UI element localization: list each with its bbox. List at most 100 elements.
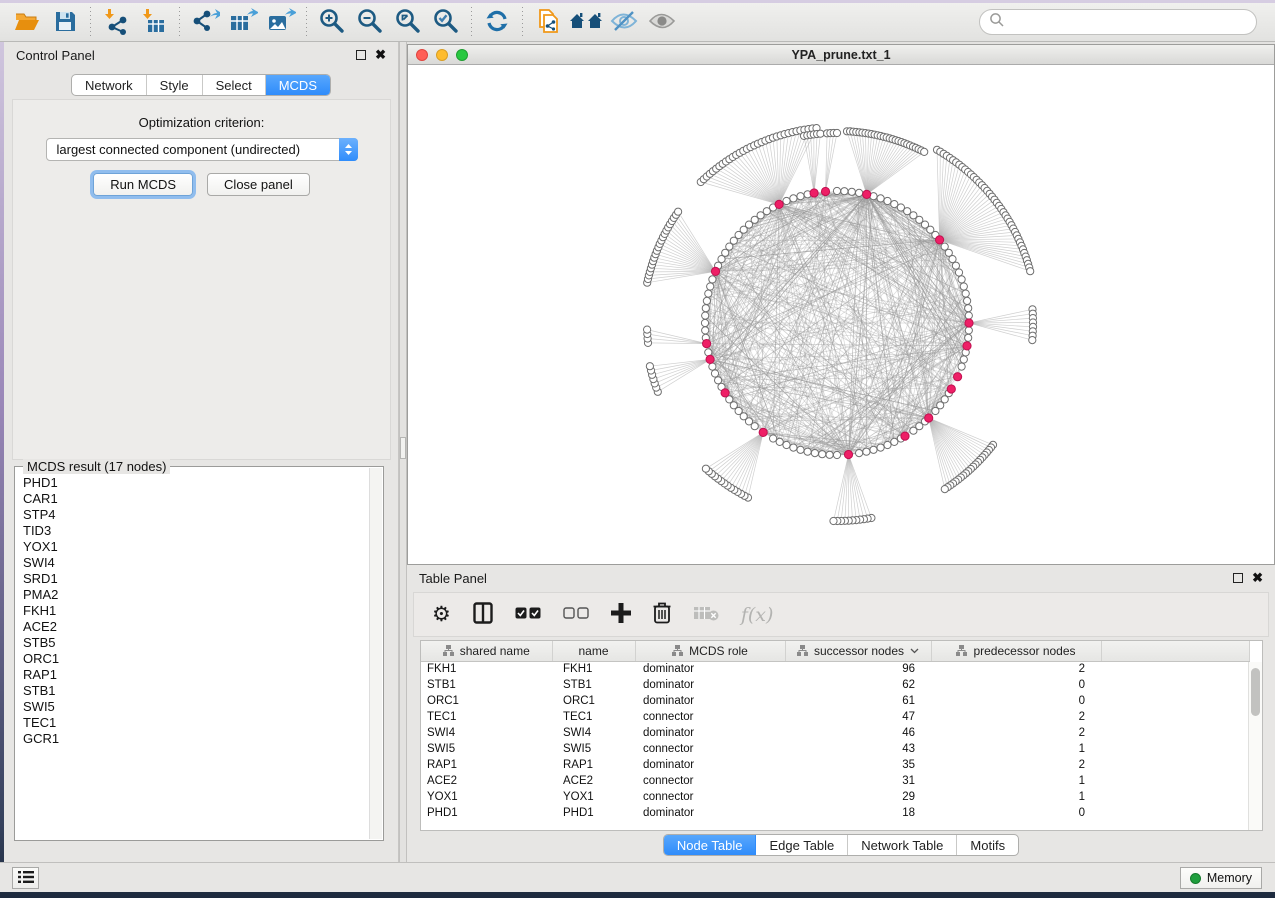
list-icon [18,870,34,887]
toolbar-separator [471,7,472,37]
export-image-button[interactable] [262,6,300,38]
gear-icon: ⚙ [432,605,451,625]
table-row[interactable]: ORC1ORC1dominator610 [421,693,1249,709]
table-row[interactable]: YOX1YOX1connector291 [421,789,1249,805]
import-table-button[interactable] [135,6,173,38]
copy-network-style-button[interactable] [529,6,567,38]
zoom-fit-button[interactable] [389,6,427,38]
show-networks-list-button[interactable] [12,867,39,889]
criterion-dropdown[interactable]: largest connected component (undirected) [46,138,358,161]
export-table-icon [228,7,258,38]
table-scrollbar-thumb[interactable] [1251,668,1260,716]
import-network-button[interactable] [97,6,135,38]
mcds-node-item[interactable]: PMA2 [23,587,370,603]
table-row[interactable]: STB1STB1dominator620 [421,677,1249,693]
first-neighbors-button[interactable] [567,6,605,38]
status-bar: Memory [0,862,1275,892]
tab-motifs[interactable]: Motifs [957,835,1018,855]
mcds-node-item[interactable]: ACE2 [23,619,370,635]
column-header-name[interactable]: name [552,641,635,661]
checked-boxes-icon [515,607,541,622]
zoom-selected-button[interactable] [427,6,465,38]
mcds-node-item[interactable]: SRD1 [23,571,370,587]
first-neighbors-icon [569,9,603,36]
zoom-out-button[interactable] [351,6,389,38]
hide-selected-button[interactable] [605,6,643,38]
save-button[interactable] [46,6,84,38]
column-header-MCDS-role[interactable]: MCDS role [635,641,785,661]
table-panel: Table Panel ✖ ⚙ f(x) shared namenameMCDS… [407,565,1275,862]
memory-status-icon [1190,873,1201,884]
create-column-button[interactable] [611,600,631,630]
tab-select[interactable]: Select [203,75,266,95]
mcds-node-item[interactable]: SWI4 [23,555,370,571]
table-row[interactable]: TEC1TEC1connector472 [421,709,1249,725]
fx-icon: f(x) [741,604,774,626]
function-builder-button[interactable]: f(x) [741,600,774,630]
show-columns-button[interactable] [473,600,493,630]
mcds-node-item[interactable]: TID3 [23,523,370,539]
close-panel-button[interactable]: Close panel [207,173,310,196]
mcds-node-item[interactable]: STB1 [23,683,370,699]
table-row[interactable]: SWI5SWI5connector431 [421,741,1249,757]
network-window-titlebar[interactable]: YPA_prune.txt_1 [408,45,1274,65]
unselect-all-columns-button[interactable] [563,600,589,630]
columns-icon [473,602,493,627]
table-row[interactable]: SWI4SWI4dominator462 [421,725,1249,741]
table-settings-button[interactable]: ⚙ [432,600,451,630]
table-row[interactable]: RAP1RAP1dominator352 [421,757,1249,773]
divider-handle[interactable] [400,437,406,459]
mcds-node-item[interactable]: GCR1 [23,731,370,747]
refresh-button[interactable] [478,6,516,38]
run-mcds-button[interactable]: Run MCDS [93,173,193,196]
zoom-out-icon [356,7,384,38]
tab-node-table[interactable]: Node Table [664,835,757,855]
column-header-predecessor-nodes[interactable]: predecessor nodes [931,641,1101,661]
tab-edge-table[interactable]: Edge Table [756,835,848,855]
export-network-button[interactable] [186,6,224,38]
mcds-list-scrollbar[interactable] [369,468,382,839]
table-row[interactable]: FKH1FKH1dominator962 [421,661,1249,677]
unchecked-boxes-icon [563,607,589,622]
toolbar-separator [179,7,180,37]
mcds-node-item[interactable]: FKH1 [23,603,370,619]
mcds-node-item[interactable]: RAP1 [23,667,370,683]
mcds-node-item[interactable]: ORC1 [23,651,370,667]
network-graph-canvas[interactable] [408,65,1274,564]
delete-table-button[interactable] [693,600,719,630]
mcds-node-item[interactable]: SWI5 [23,699,370,715]
open-folder-button[interactable] [8,6,46,38]
table-row[interactable]: PHD1PHD1dominator180 [421,805,1249,821]
float-panel-icon[interactable] [1233,573,1243,583]
search-input[interactable] [1005,15,1247,30]
memory-button[interactable]: Memory [1180,867,1262,889]
close-panel-icon[interactable]: ✖ [375,50,386,60]
mcds-node-item[interactable]: CAR1 [23,491,370,507]
table-toolbar: ⚙ f(x) [413,592,1269,637]
split-divider[interactable] [399,42,407,862]
zoom-in-button[interactable] [313,6,351,38]
tab-style[interactable]: Style [147,75,203,95]
table-scrollbar[interactable] [1248,662,1262,830]
table-row[interactable]: ACE2ACE2connector311 [421,773,1249,789]
tab-network[interactable]: Network [72,75,147,95]
mcds-node-item[interactable]: PHD1 [23,475,370,491]
mcds-result-list[interactable]: PHD1CAR1STP4TID3YOX1SWI4SRD1PMA2FKH1ACE2… [16,475,370,839]
close-panel-icon[interactable]: ✖ [1252,573,1263,583]
delete-column-button[interactable] [653,600,671,630]
mcds-node-item[interactable]: TEC1 [23,715,370,731]
search-box[interactable] [979,9,1257,35]
export-table-button[interactable] [224,6,262,38]
show-all-button[interactable] [643,6,681,38]
mcds-node-item[interactable]: YOX1 [23,539,370,555]
select-all-columns-button[interactable] [515,600,541,630]
column-header-successor-nodes[interactable]: successor nodes [785,641,931,661]
column-header-shared-name[interactable]: shared name [421,641,552,661]
trash-icon [653,602,671,627]
mcds-node-item[interactable]: STP4 [23,507,370,523]
tab-mcds[interactable]: MCDS [266,75,330,95]
float-panel-icon[interactable] [356,50,366,60]
tab-network-table[interactable]: Network Table [848,835,957,855]
toolbar-separator [522,7,523,37]
mcds-node-item[interactable]: STB5 [23,635,370,651]
